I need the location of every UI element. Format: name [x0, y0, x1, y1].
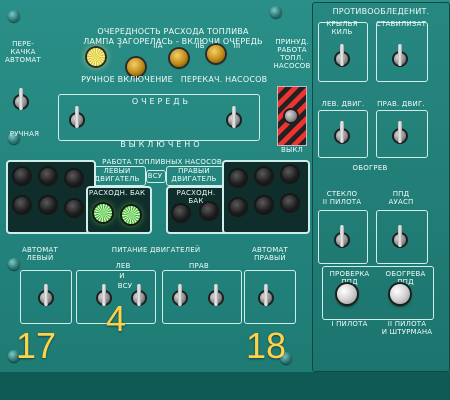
auto-left-label: АВТОМАТ ЛЕВЫЙ	[22, 246, 58, 262]
ppd-label: ППД АУАСП	[388, 190, 414, 206]
power-right-lever-2[interactable]	[214, 284, 218, 306]
ppd-check-button-pilot2[interactable]	[390, 284, 410, 304]
queue-mark-iia: IIА	[153, 42, 163, 50]
auto-right-label: АВТОМАТ ПРАВЫЙ	[252, 246, 288, 262]
pump-lamp	[14, 197, 30, 213]
queue-mark-i: I	[118, 42, 122, 50]
queue-mark-iib: IIБ	[195, 42, 205, 50]
pump-lamp	[66, 200, 82, 216]
transfer-auto-label: ПЕРЕ- КАЧКА АВТОМАТ	[5, 40, 41, 64]
right-engine-label: ПРАВЫЙ ДВИГАТЕЛЬ	[171, 167, 217, 183]
pilot1-label: I ПИЛОТА	[331, 320, 368, 328]
consume-tank-left-label: РАСХОДН. БАК	[88, 189, 146, 197]
manual-on-lamp	[87, 48, 105, 66]
wing-flap-label: КРЫЛЬЯ КИЛЬ	[326, 20, 358, 36]
panel-screw	[8, 10, 20, 22]
consume-tank-left-lamp-2	[122, 206, 140, 224]
consume-tank-right-lamp-2	[201, 203, 217, 219]
panel-screw	[270, 6, 282, 18]
ppd-check-button-pilot1[interactable]	[337, 284, 357, 304]
pump-lamp	[14, 168, 30, 184]
pump-lamp	[40, 168, 56, 184]
auto-left-lever[interactable]	[44, 284, 48, 306]
queue-lamp-iib	[170, 49, 188, 67]
left-engine-ai-label: ЛЕВ. ДВИГ.	[321, 100, 365, 108]
right-engine-ai-lever[interactable]	[398, 121, 402, 143]
right-engine-ai-label: ПРАВ. ДВИГ.	[377, 100, 425, 108]
callout-number-4: 4	[106, 298, 127, 339]
off-label: В Ы К Л Ю Ч Е Н О	[120, 140, 200, 149]
pumps-work-label: РАБОТА ТОПЛИВНЫХ НАСОСОВ	[102, 158, 222, 166]
auto-right-lever[interactable]	[264, 284, 268, 306]
heating-label: ОБОГРЕВ	[352, 164, 388, 172]
lev-label: ЛЕВ	[115, 262, 131, 270]
left-engine-ai-lever[interactable]	[340, 121, 344, 143]
anti-ice-title: ПРОТИВООБЛЕДЕНИТ.	[332, 7, 430, 16]
glass-lever[interactable]	[340, 225, 344, 247]
forced-off-label: ВЫКЛ	[280, 146, 303, 154]
queue-left-lever[interactable]	[75, 106, 79, 128]
heat-ppd-label: ОБОГРЕВА ППД	[385, 270, 426, 286]
stabilizer-frame	[376, 22, 428, 82]
fuel-order-title: ОЧЕРЕДНОСТЬ РАСХОДА ТОПЛИВА	[97, 27, 249, 36]
callout-number-17: 17	[16, 325, 57, 366]
prav-label: ПРАВ	[189, 262, 209, 270]
pump-lamp	[282, 166, 298, 182]
forced-pumps-toggle[interactable]	[285, 110, 297, 122]
ppd-lever[interactable]	[398, 225, 402, 247]
glass-label: СТЕКЛО II ПИЛОТА	[322, 190, 362, 206]
stabilizer-lever[interactable]	[398, 44, 402, 66]
pump-lamp	[230, 199, 246, 215]
stabilizer-label: СТАБИЛИЗАТ.	[376, 20, 429, 28]
queue-label: О Ч Е Р Е Д Ь	[131, 97, 189, 106]
consume-tank-left-lamp-1	[94, 204, 112, 222]
consume-tank-right-label: РАСХОДН. БАК	[176, 189, 216, 205]
power-left-lever-2[interactable]	[137, 284, 141, 306]
transfer-pumps-caption: ПЕРЕКАЧ. НАСОСОВ	[180, 75, 268, 84]
manual-on-caption: РУЧНОЕ ВКЛЮЧЕНИЕ	[81, 75, 173, 84]
forced-pumps-label: ПРИНУД. РАБОТА ТОПЛ. НАСОСОВ	[273, 38, 311, 70]
consume-tank-right-lamp-1	[173, 205, 189, 221]
bottom-shadow-bar	[0, 372, 450, 400]
manual-label: РУЧНАЯ	[9, 130, 40, 138]
pump-lamp	[40, 197, 56, 213]
engine-power-label: ПИТАНИЕ ДВИГАТЕЛЕЙ	[111, 246, 201, 254]
apu-label: ВСУ	[147, 172, 163, 180]
pilot2-label: II ПИЛОТА И ШТУРМАНА	[381, 320, 433, 336]
pump-lamp	[66, 170, 82, 186]
pump-lamp	[256, 168, 272, 184]
wing-flap-lever[interactable]	[340, 44, 344, 66]
callout-number-18: 18	[246, 325, 287, 366]
queue-right-lever[interactable]	[232, 106, 236, 128]
pump-lamp	[256, 197, 272, 213]
fuel-and-anti-ice-panel: ОЧЕРЕДНОСТЬ РАСХОДА ТОПЛИВА ЛАМПА ЗАГОРЕ…	[0, 0, 450, 400]
pump-lamp	[282, 195, 298, 211]
left-engine-label: ЛЕВЫЙ ДВИГАТЕЛЬ	[94, 167, 140, 183]
pump-lamp	[230, 170, 246, 186]
power-right-lever-1[interactable]	[178, 284, 182, 306]
queue-lamp-iia	[127, 58, 145, 76]
transfer-auto-lever[interactable]	[19, 88, 23, 110]
queue-mark-iii: III	[233, 42, 241, 50]
